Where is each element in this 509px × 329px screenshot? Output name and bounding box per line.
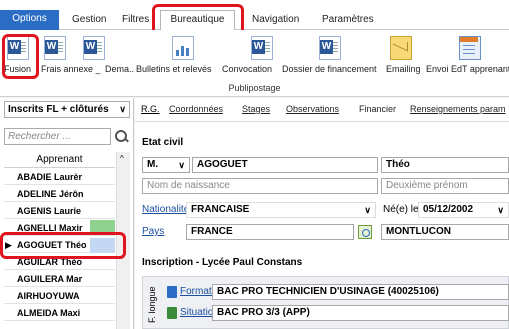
- born-label: Né(e) le: [383, 204, 419, 215]
- list-item[interactable]: ABADIE Laurèr: [4, 169, 115, 185]
- birth-date-field[interactable]: 05/12/2002 ∨: [418, 202, 509, 218]
- birth-date-value: 05/12/2002: [423, 204, 474, 215]
- emailing-label: Emailing: [386, 64, 421, 74]
- situation-icon: [167, 307, 177, 319]
- tab-observations[interactable]: Observations: [286, 101, 339, 117]
- column-header-apprenant[interactable]: Apprenant: [4, 152, 115, 168]
- demande-label: Dema..: [105, 64, 135, 74]
- tab-renseignements[interactable]: Renseignements param: [410, 101, 506, 117]
- tab-financier[interactable]: Financier: [359, 101, 396, 117]
- civility-select[interactable]: M. ∨: [142, 157, 190, 173]
- highlight-fusion: [2, 34, 39, 79]
- chevron-up-icon: ^: [120, 154, 124, 163]
- word-icon: W: [251, 36, 273, 60]
- country-field[interactable]: FRANCE: [186, 224, 354, 240]
- chevron-down-icon: ∨: [364, 205, 371, 215]
- country-link[interactable]: Pays: [142, 224, 164, 240]
- tab-gestion[interactable]: Gestion: [64, 11, 114, 29]
- tab-rg[interactable]: R.G.: [141, 101, 160, 117]
- inscription-title: Inscription - Lycée Paul Constans: [142, 257, 303, 268]
- filter-select[interactable]: Inscrits FL + clôturés ∨: [4, 101, 130, 118]
- word-icon: W: [44, 36, 66, 60]
- envelope-icon: [390, 35, 412, 60]
- filter-select-value: Inscrits FL + clôturés: [8, 104, 109, 115]
- vertical-label: F. longue: [147, 286, 157, 324]
- etat-civil-title: Etat civil: [142, 137, 184, 148]
- tab-stages[interactable]: Stages: [242, 101, 270, 117]
- list-item[interactable]: ALMEIDA Maxi: [4, 305, 115, 321]
- chevron-down-icon: ∨: [119, 104, 126, 114]
- search-icon[interactable]: [113, 129, 129, 145]
- list-item[interactable]: AGENIS Laurie: [4, 203, 115, 219]
- tab-options[interactable]: Options: [0, 10, 59, 30]
- city-field[interactable]: MONTLUCON: [381, 224, 509, 240]
- word-icon: W: [83, 36, 105, 60]
- list-item[interactable]: AIRHUOYUWA: [4, 288, 115, 304]
- last-name-field[interactable]: AGOGUET: [192, 157, 378, 173]
- convocation-label: Convocation: [222, 64, 273, 74]
- tab-divider: [135, 121, 509, 122]
- publipostage-group-label: Publipostage: [228, 83, 281, 93]
- formation-icon: [167, 286, 177, 298]
- report-icon: [172, 36, 194, 60]
- chevron-down-icon: ∨: [178, 160, 185, 170]
- tab-coordonnees[interactable]: Coordonnées: [169, 101, 223, 117]
- lookup-icon[interactable]: [358, 225, 372, 239]
- situation-field[interactable]: BAC PRO 3/3 (APP): [212, 305, 509, 321]
- tab-filtres[interactable]: Filtres: [114, 11, 157, 29]
- second-name-field[interactable]: Deuxième prénom: [381, 178, 509, 194]
- nationality-value: FRANCAISE: [191, 204, 250, 215]
- formation-field[interactable]: BAC PRO TECHNICIEN D'USINAGE (40025106): [212, 284, 509, 300]
- word-icon: W: [319, 36, 341, 60]
- tab-navigation[interactable]: Navigation: [244, 11, 307, 29]
- nationality-link[interactable]: Nationalité: [142, 202, 189, 218]
- chevron-down-icon: ∨: [497, 205, 504, 215]
- envoi-edt-label: Envoi EdT apprenant: [426, 64, 509, 74]
- highlight-selected-row: [0, 232, 126, 259]
- first-name-field[interactable]: Théo: [381, 157, 509, 173]
- nationality-select[interactable]: FRANCAISE ∨: [186, 202, 376, 218]
- list-item[interactable]: AGUILERA Mar: [4, 271, 115, 287]
- civility-value: M.: [147, 159, 159, 170]
- calendar-icon: [459, 36, 481, 60]
- tab-parametres[interactable]: Paramètres: [314, 11, 382, 29]
- birth-name-field[interactable]: Nom de naissance: [142, 178, 378, 194]
- search-input[interactable]: Rechercher ...: [4, 128, 111, 145]
- dossier-financement-label: Dossier de financement: [282, 64, 377, 74]
- bulletins-label: Bulletins et relevés: [136, 64, 212, 74]
- list-item[interactable]: ADELINE Jérôn: [4, 186, 115, 202]
